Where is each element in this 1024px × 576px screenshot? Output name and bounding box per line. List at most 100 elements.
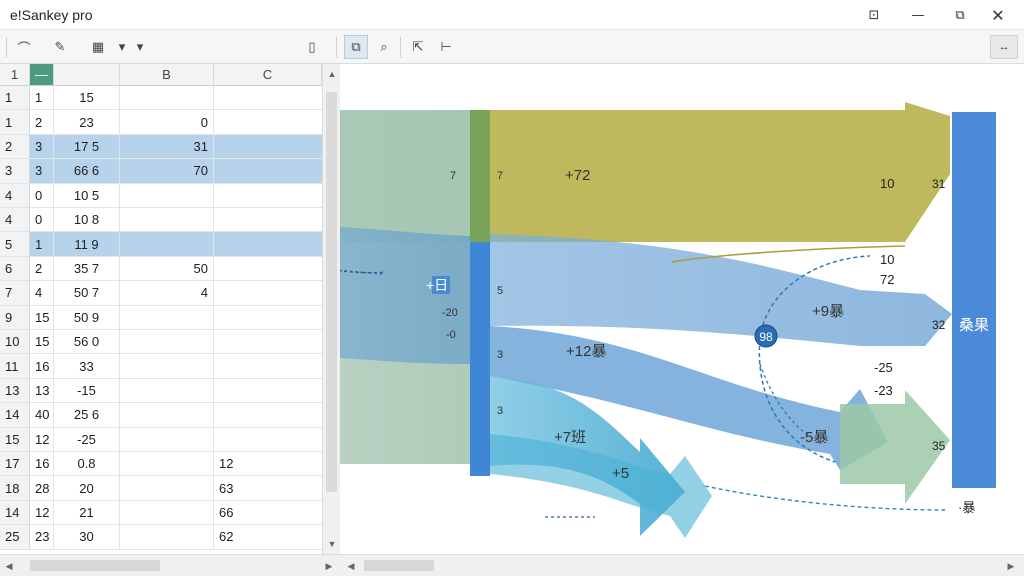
- vertical-scrollbar[interactable]: ▲ ▼: [322, 64, 340, 554]
- row-header-cell[interactable]: 9: [0, 305, 30, 329]
- table-row[interactable]: 7 4 50 74: [0, 281, 322, 306]
- table-row[interactable]: 10 15 56 0: [0, 330, 322, 355]
- cell-blank-col[interactable]: 50 9: [54, 305, 120, 329]
- cell-c[interactable]: [214, 184, 322, 207]
- cell-c[interactable]: [214, 208, 322, 231]
- cell-blank-col[interactable]: 23: [54, 110, 120, 134]
- table-row[interactable]: 1 1 15: [0, 86, 322, 111]
- cell-b[interactable]: 70: [120, 159, 214, 183]
- cell-b[interactable]: [120, 500, 214, 525]
- row-header-cell[interactable]: 17: [0, 452, 30, 476]
- cell-a[interactable]: 3: [30, 134, 54, 159]
- scroll-down-icon[interactable]: ▼: [323, 536, 341, 552]
- cell-b[interactable]: [120, 354, 214, 378]
- cell-c[interactable]: [214, 110, 322, 133]
- row-header-cell[interactable]: 18: [0, 476, 30, 500]
- curve-tool-button[interactable]: ⌒: [12, 35, 36, 59]
- cell-blank-col[interactable]: 35 7: [54, 256, 120, 281]
- cell-c[interactable]: [214, 306, 322, 329]
- cell-b[interactable]: 4: [120, 281, 214, 305]
- cell-c[interactable]: 66: [214, 501, 322, 524]
- table-row[interactable]: 14 40 25 6: [0, 403, 322, 428]
- cell-a[interactable]: 4: [30, 281, 54, 305]
- align-button[interactable]: ⊢: [434, 35, 458, 59]
- cell-b[interactable]: [120, 452, 214, 476]
- options-dropdown[interactable]: ▾: [128, 35, 152, 59]
- cell-a[interactable]: 40: [30, 403, 54, 427]
- cell-blank-col[interactable]: -25: [54, 427, 120, 451]
- table-row[interactable]: 14 12 21 66: [0, 500, 322, 526]
- cell-blank-col[interactable]: 20: [54, 476, 120, 500]
- cell-b[interactable]: [120, 378, 214, 403]
- flow-blue-1[interactable]: [215, 224, 470, 364]
- row-header-cell[interactable]: 14: [0, 500, 30, 525]
- scroll-left-icon[interactable]: ◀: [344, 558, 358, 574]
- cell-blank-col[interactable]: 50 7: [54, 281, 120, 305]
- cell-blank-col[interactable]: 30: [54, 525, 120, 549]
- sankey-canvas[interactable]: X 98 7 5 3 3 +72 +12暴 +7班 +5 +9暴 -5暴 +日 …: [214, 64, 1024, 554]
- table-row[interactable]: 11 16 33: [0, 354, 322, 379]
- cell-a[interactable]: 28: [30, 476, 54, 500]
- row-header-cell[interactable]: 5: [0, 232, 30, 256]
- cell-c[interactable]: [214, 330, 322, 353]
- row-header-cell[interactable]: 13: [0, 378, 30, 403]
- mid-node-blue[interactable]: [470, 242, 490, 476]
- column-header-blank[interactable]: [54, 64, 120, 86]
- maximize-button[interactable]: ⧉: [940, 0, 980, 30]
- cell-blank-col[interactable]: -15: [54, 378, 120, 403]
- row-header-cell[interactable]: 14: [0, 403, 30, 427]
- table-row[interactable]: 18 28 20 63: [0, 476, 322, 501]
- table-row[interactable]: 13 13 -15: [0, 378, 322, 404]
- cell-a[interactable]: 16: [30, 452, 54, 476]
- cell-b[interactable]: [120, 330, 214, 354]
- cell-b[interactable]: [120, 208, 214, 232]
- cell-a[interactable]: 15: [30, 305, 54, 329]
- canvas-horizontal-scrollbar[interactable]: ◀ ▶: [340, 554, 1024, 576]
- cell-a[interactable]: 15: [30, 330, 54, 354]
- cell-blank-col[interactable]: 66 6: [54, 159, 120, 183]
- cell-c[interactable]: 12: [214, 452, 322, 475]
- scroll-right-icon[interactable]: ▶: [322, 558, 336, 574]
- grid-corner[interactable]: 1: [0, 64, 30, 86]
- canvas-scroll-thumb[interactable]: [364, 560, 434, 571]
- cell-blank-col[interactable]: 17 5: [54, 134, 120, 159]
- column-header-a[interactable]: —: [30, 64, 54, 86]
- brush-tool-button[interactable]: ✎: [48, 35, 72, 59]
- table-row[interactable]: 15 12 -25: [0, 427, 322, 452]
- cell-c[interactable]: [214, 281, 322, 304]
- export-button[interactable]: ⇱: [406, 35, 430, 59]
- table-row[interactable]: 17 16 0.8 12: [0, 452, 322, 477]
- flow-blue-2[interactable]: [490, 234, 952, 346]
- scroll-left-icon[interactable]: ◀: [2, 558, 16, 574]
- expand-toolbar-button[interactable]: ↔: [990, 35, 1018, 59]
- cell-a[interactable]: 1: [30, 86, 54, 110]
- table-row[interactable]: 1 2 23 0: [0, 110, 322, 135]
- cell-c[interactable]: [214, 232, 322, 255]
- table-row[interactable]: 3 3 66 6 70: [0, 159, 322, 184]
- find-button[interactable]: ⌕: [372, 35, 396, 59]
- cell-c[interactable]: [214, 257, 322, 280]
- cell-b[interactable]: [120, 232, 214, 256]
- cell-blank-col[interactable]: 15: [54, 86, 120, 110]
- sankey-diagram[interactable]: X 98 7 5 3 3 +72 +12暴 +7班 +5 +9暴 -5暴 +日 …: [214, 64, 1024, 554]
- cell-c[interactable]: [214, 403, 322, 426]
- row-header-cell[interactable]: 25: [0, 525, 30, 549]
- cell-a[interactable]: 1: [30, 232, 54, 256]
- scroll-up-icon[interactable]: ▲: [323, 66, 341, 82]
- cell-a[interactable]: 0: [30, 208, 54, 232]
- row-header-cell[interactable]: 3: [0, 159, 30, 183]
- cell-b[interactable]: [120, 427, 214, 451]
- row-header-cell[interactable]: 10: [0, 330, 30, 354]
- cell-a[interactable]: 12: [30, 500, 54, 525]
- row-header-cell[interactable]: 4: [0, 208, 30, 232]
- horizontal-scrollbar[interactable]: ◀ ▶: [0, 554, 340, 576]
- cell-blank-col[interactable]: 21: [54, 500, 120, 525]
- table-row[interactable]: 2 3 17 5 31: [0, 134, 322, 160]
- scroll-right-icon[interactable]: ▶: [1004, 558, 1018, 574]
- cell-c[interactable]: [214, 135, 322, 158]
- row-header-cell[interactable]: 7: [0, 281, 30, 305]
- table-row[interactable]: 9 15 50 9: [0, 305, 322, 330]
- cell-b[interactable]: 31: [120, 134, 214, 159]
- row-header-cell[interactable]: 11: [0, 354, 30, 378]
- table-row[interactable]: 5 1 11 9: [0, 232, 322, 257]
